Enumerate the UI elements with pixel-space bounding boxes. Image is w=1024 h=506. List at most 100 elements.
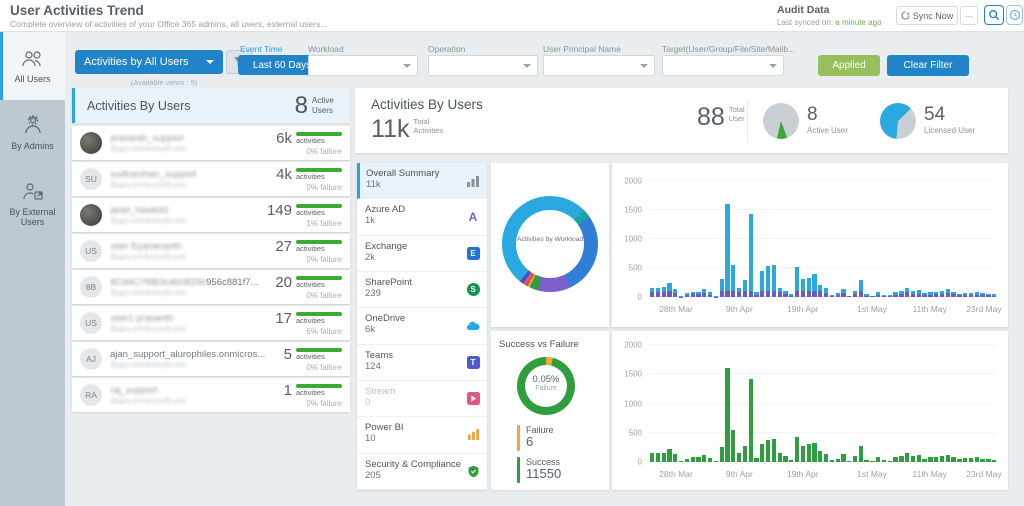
bar <box>911 181 915 297</box>
activity-count-row: 6kactivities <box>276 131 342 146</box>
workload-name: Teams <box>365 350 479 361</box>
user-list-item[interactable]: SUsudharshan_support@gps.onmicrosoft.com… <box>72 162 350 196</box>
activity-bar-block: activities <box>296 347 342 361</box>
workload-item-onedrive[interactable]: OneDrive6k <box>357 308 487 344</box>
user-name-text: prasanth_support <box>110 133 184 144</box>
user-list-item[interactable]: RAraj_support@gps.onmicrosoft.com1activi… <box>72 378 350 412</box>
bar <box>830 345 834 462</box>
y-tick-label: 2000 <box>624 177 642 186</box>
search-icon <box>988 9 1000 21</box>
bar-segment-top <box>772 265 776 291</box>
user-email: @gps.onmicrosoft.com <box>110 288 258 297</box>
bar <box>986 181 990 297</box>
bars <box>650 345 996 462</box>
workload-item-security-compliance[interactable]: Security & Compliance205 <box>357 454 487 490</box>
bar <box>864 345 868 462</box>
workload-item-azure-ad[interactable]: Azure AD1kA <box>357 199 487 235</box>
workload-value: 2k <box>365 252 479 263</box>
bar-segment-top <box>812 274 816 291</box>
workload-item-overall-summary[interactable]: Overall Summary11k <box>357 163 487 199</box>
bar <box>760 181 764 297</box>
user-list-item[interactable]: USuser Eyanananth@gps.onmicrosoft.com27a… <box>72 234 350 268</box>
user-list-item[interactable]: prasanth_support@gps.onmicrosoft.com6kac… <box>72 126 350 160</box>
bar <box>673 345 677 462</box>
bar <box>975 181 979 297</box>
user-name-text: user1 prasanth <box>110 313 173 324</box>
x-tick-label: 9th Apr <box>726 469 753 479</box>
workload-name: Overall Summary <box>366 168 479 179</box>
upn-filter-dropdown[interactable] <box>543 55 655 76</box>
applied-button[interactable]: Applied <box>818 55 880 76</box>
bar-segment-top <box>772 439 776 462</box>
sidebar-item-by-admins[interactable]: By Admins <box>0 100 65 166</box>
bar <box>778 345 782 462</box>
bar <box>992 345 996 462</box>
bar <box>772 345 776 462</box>
sidebar-item-all-users[interactable]: All Users <box>0 32 65 100</box>
schedule-button[interactable] <box>1006 5 1023 25</box>
user-activity-list: prasanth_support @gps.onmicrosoft.com 6kac… <box>72 126 350 412</box>
bar <box>911 345 915 462</box>
activities-label: activities <box>296 316 325 325</box>
teams-icon: T <box>466 355 480 369</box>
user-activity-stats: 4kactivities0% failure <box>276 167 342 192</box>
workload-filter-dropdown[interactable] <box>308 55 418 76</box>
bar-segment-top <box>807 278 811 291</box>
y-tick-label: 500 <box>629 264 642 273</box>
more-options-button[interactable]: ... <box>960 6 978 25</box>
success-legend-item: Success 11550 <box>517 457 561 483</box>
donut-center-label: Activities by Workload <box>514 236 586 243</box>
workload-item-sharepoint[interactable]: SharePoint239S <box>357 272 487 308</box>
activity-count: 4k <box>276 167 292 182</box>
user-list-item[interactable]: AJajan_support_alurophiles.onmicros...@g… <box>72 342 350 376</box>
bar <box>864 181 868 297</box>
bar <box>714 181 718 297</box>
y-tick-label: 0 <box>638 293 642 302</box>
workload-item-teams[interactable]: Teams124T <box>357 345 487 381</box>
divider <box>747 100 748 142</box>
user-name-text: sudharshan_support <box>110 169 197 180</box>
bar <box>847 181 851 297</box>
bar-segment-top <box>702 455 706 462</box>
avatar <box>80 132 102 154</box>
bar <box>899 345 903 462</box>
sync-now-label: Sync Now <box>913 11 954 21</box>
bar <box>841 181 845 297</box>
bar <box>708 345 712 462</box>
activities-label: activities <box>296 136 325 145</box>
clear-filter-button[interactable]: Clear Filter <box>887 55 969 76</box>
operation-filter-dropdown[interactable] <box>428 55 538 76</box>
left-nav-sidebar: All Users By Admins By External Users <box>0 32 65 506</box>
target-filter-dropdown[interactable] <box>662 55 784 76</box>
user-activity-stats: 17activities6% failure <box>275 311 342 336</box>
workload-item-stream[interactable]: Stream0 <box>357 381 487 417</box>
activities-label: activities <box>296 352 325 361</box>
workload-name: Security & Compliance <box>365 459 479 470</box>
last-synced-text: Last synced on: a minute ago <box>777 18 882 27</box>
view-selector-dropdown[interactable]: Activities by All Users <box>75 50 223 74</box>
search-button[interactable] <box>984 5 1004 25</box>
user-list-item[interactable]: 8B8Cd4C7f9B3c4b0825b956c881f7...@gps.onm… <box>72 270 350 304</box>
event-time-label: Event Time <box>240 44 283 54</box>
bar <box>662 181 666 297</box>
sidebar-item-by-external-users[interactable]: By External Users <box>0 166 65 242</box>
sync-now-button[interactable]: Sync Now <box>896 6 958 25</box>
bar-segment-top <box>731 430 735 462</box>
workload-item-exchange[interactable]: Exchange2kE <box>357 236 487 272</box>
workload-item-power-bi[interactable]: Power BI10 <box>357 417 487 453</box>
users-group-icon <box>21 48 45 70</box>
sharepoint-icon: S <box>466 283 480 297</box>
sidebar-item-label: All Users <box>14 74 50 84</box>
user-list-item[interactable]: USuser1 prasanth@gps.onmicrosoft.com17ac… <box>72 306 350 340</box>
audit-data-label: Audit Data <box>777 4 830 16</box>
bar <box>708 181 712 297</box>
security-icon <box>466 464 480 478</box>
bar <box>836 345 840 462</box>
avatar: SU <box>80 168 102 190</box>
user-list-header: Activities By Users 8 Active Users <box>72 88 350 123</box>
bar <box>737 181 741 297</box>
failure-rate: 0% failure <box>275 291 342 300</box>
bar <box>667 181 671 297</box>
bar <box>807 181 811 297</box>
user-list-item[interactable]: janel_hawk93@gps.onmicrosoft.com149activ… <box>72 198 350 232</box>
